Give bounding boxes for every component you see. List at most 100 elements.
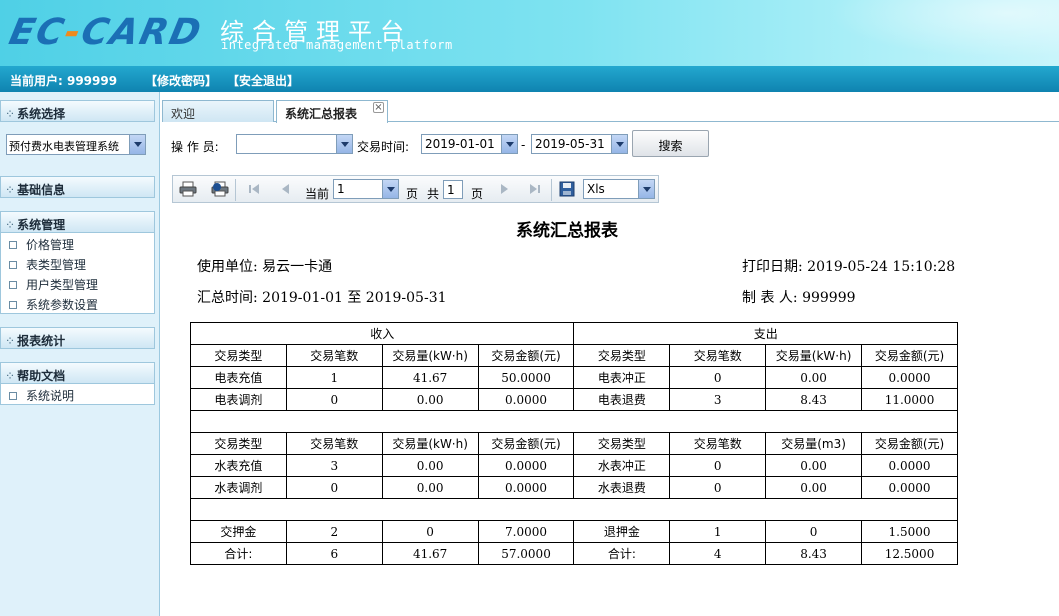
table-cell: 交易量(kW·h) — [381, 344, 479, 367]
menu-item-label: 表类型管理 — [26, 258, 87, 272]
table-header-row: 交易类型 交易笔数 交易量(kW·h) 交易金额(元) 交易类型 交易笔数 交易量(m3) 交… — [190, 432, 958, 455]
unit-label: 使用单位: — [197, 259, 258, 275]
period-info: 汇总时间: 2019-01-01 至 2019-05-31 — [197, 287, 447, 307]
table-row: 合计: 6 41.67 57.0000 合计: 4 8.43 12.5000 — [190, 542, 958, 565]
tab-label: 系统汇总报表 — [285, 107, 358, 121]
maker-info: 制 表 人: 999999 — [742, 287, 856, 307]
next-page-icon[interactable] — [496, 181, 514, 197]
header-decoration — [799, 0, 1059, 66]
end-date-value: 2019-05-31 — [535, 137, 605, 151]
menu-item-system-params[interactable]: 系统参数设置 — [1, 293, 154, 313]
system-select-dropdown[interactable]: 预付费水电表管理系统 — [6, 134, 146, 155]
table-cell: 0.00 — [381, 476, 479, 499]
section-label: 帮助文档 — [17, 369, 66, 383]
table-cell: 交易笔数 — [285, 432, 383, 455]
spacer-cell — [190, 410, 958, 433]
table-cell: 0.00 — [381, 454, 479, 477]
table-cell: 收入 — [189, 322, 575, 345]
change-password-link[interactable]: 【修改密码】 — [145, 72, 217, 89]
unit-info: 使用单位: 易云一卡通 — [197, 256, 332, 276]
table-cell: 0.0000 — [861, 476, 958, 499]
menu-item-label: 用户类型管理 — [26, 278, 99, 292]
toolbar-separator — [551, 179, 552, 201]
table-cell: 1.5000 — [861, 520, 958, 543]
table-cell: 0 — [669, 454, 767, 477]
report-body: 系统汇总报表 使用单位: 易云一卡通 打印日期: 2019-05-24 15:1… — [162, 205, 1059, 616]
expand-icon: ⁘ — [5, 334, 16, 348]
last-page-icon[interactable] — [526, 181, 544, 197]
current-page-value: 1 — [337, 182, 345, 196]
table-cell: 0 — [285, 388, 383, 411]
sidebar-section-system-manage[interactable]: ⁘ 系统管理 — [0, 211, 155, 233]
menu-item-price[interactable]: 价格管理 — [1, 233, 154, 253]
print-date-info: 打印日期: 2019-05-24 15:10:28 — [742, 256, 955, 276]
sidebar-section-report[interactable]: ⁘ 报表统计 — [0, 327, 155, 349]
item-box-icon — [9, 391, 17, 400]
table-cell: 电表冲正 — [573, 366, 671, 389]
table-cell: 7.0000 — [477, 520, 575, 543]
table-row: 水表调剂 0 0.00 0.0000 水表退费 0 0.00 0.0000 — [190, 476, 958, 499]
item-box-icon — [9, 260, 17, 269]
table-cell: 41.67 — [381, 366, 479, 389]
end-date-picker[interactable]: 2019-05-31 — [531, 134, 628, 154]
total-pages-box: 1 — [443, 180, 463, 199]
start-date-picker[interactable]: 2019-01-01 — [421, 134, 518, 154]
expand-icon: ⁘ — [5, 218, 16, 232]
section-label: 系统选择 — [17, 107, 66, 121]
unit-value: 易云一卡通 — [262, 259, 333, 275]
table-cell: 0 — [765, 520, 863, 543]
item-box-icon — [9, 280, 17, 289]
table-cell: 水表冲正 — [573, 454, 671, 477]
sidebar-section-help[interactable]: ⁘ 帮助文档 — [0, 362, 155, 384]
export-format-select[interactable]: Xls — [583, 179, 655, 199]
expand-icon: ⁘ — [5, 369, 16, 383]
sidebar-section-basic-info[interactable]: ⁘ 基础信息 — [0, 176, 155, 198]
chevron-down-icon[interactable] — [336, 135, 352, 153]
first-page-icon[interactable] — [245, 181, 263, 197]
section-label: 基础信息 — [17, 183, 66, 197]
period-label: 汇总时间: — [197, 290, 258, 306]
table-cell: 0 — [669, 366, 767, 389]
spacer-cell — [190, 498, 958, 521]
print-setup-icon[interactable] — [211, 181, 229, 197]
table-cell: 8.43 — [765, 542, 863, 565]
table-cell: 41.67 — [381, 542, 479, 565]
table-cell: 水表充值 — [190, 454, 287, 477]
chevron-down-icon[interactable] — [638, 180, 654, 198]
search-button[interactable]: 搜索 — [632, 130, 709, 157]
prev-page-icon[interactable] — [276, 181, 294, 197]
menu-item-user-type[interactable]: 用户类型管理 — [1, 273, 154, 293]
chevron-down-icon[interactable] — [611, 135, 627, 153]
menu-item-label: 系统说明 — [26, 389, 75, 403]
sidebar-section-system-select[interactable]: ⁘ 系统选择 — [0, 100, 155, 122]
current-page-select[interactable]: 1 — [333, 179, 399, 199]
chevron-down-icon[interactable] — [382, 180, 398, 198]
tab-welcome[interactable]: 欢迎 — [162, 100, 274, 122]
table-header-row: 交易类型 交易笔数 交易量(kW·h) 交易金额(元) 交易类型 交易笔数 交易量(kW·h… — [190, 344, 958, 367]
save-icon[interactable] — [558, 181, 576, 197]
tab-bar: 欢迎 系统汇总报表 × — [162, 100, 1059, 123]
tab-summary-report[interactable]: 系统汇总报表 × — [276, 100, 388, 123]
chevron-down-icon[interactable] — [129, 135, 145, 154]
logout-link[interactable]: 【安全退出】 — [227, 72, 299, 89]
table-cell: 交押金 — [190, 520, 287, 543]
maker-value: 999999 — [802, 290, 856, 306]
start-date-value: 2019-01-01 — [425, 137, 495, 151]
table-cell: 交易量(m3) — [765, 432, 863, 455]
print-date-label: 打印日期: — [742, 259, 803, 275]
table-row: 交押金 2 0 7.0000 退押金 1 0 1.5000 — [190, 520, 958, 543]
menu-item-meter-type[interactable]: 表类型管理 — [1, 253, 154, 273]
chevron-down-icon[interactable] — [501, 135, 517, 153]
menu-item-system-doc[interactable]: 系统说明 — [1, 384, 154, 404]
print-icon[interactable] — [179, 181, 197, 197]
table-cell: 8.43 — [765, 388, 863, 411]
summary-table: 收入 支出 交易类型 交易笔数 交易量(kW·h) 交易金额(元) 交易类型 交易笔数 交易量(… — [189, 322, 958, 565]
operator-select[interactable] — [236, 134, 353, 154]
table-cell: 0.00 — [765, 454, 863, 477]
table-cell: 交易类型 — [190, 432, 287, 455]
section-label: 报表统计 — [17, 334, 66, 348]
table-cell: 2 — [285, 520, 383, 543]
close-icon[interactable]: × — [373, 102, 384, 113]
menu-item-label: 价格管理 — [26, 238, 75, 252]
table-cell: 交易类型 — [190, 344, 287, 367]
